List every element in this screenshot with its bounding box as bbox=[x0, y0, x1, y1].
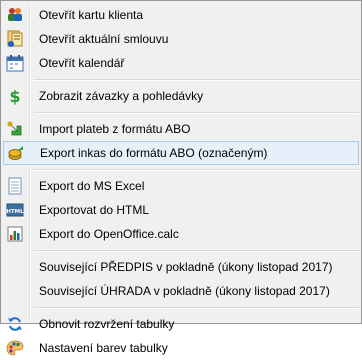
menu-item-label: Exportovat do HTML bbox=[39, 203, 150, 217]
menu-item-export-excel[interactable]: Export do MS Excel bbox=[3, 174, 359, 198]
menu-item-related-predpis[interactable]: Související PŘEDPIS v pokladně (úkony li… bbox=[3, 255, 359, 279]
menu-item-label: Otevřít kalendář bbox=[39, 56, 125, 70]
import-arrow-icon bbox=[3, 117, 27, 141]
empty-icon-slot bbox=[3, 279, 27, 303]
html-icon: HTML bbox=[3, 198, 27, 222]
refresh-icon bbox=[3, 312, 27, 336]
menu-item-label: Export do OpenOffice.calc bbox=[39, 227, 179, 241]
export-coins-icon bbox=[4, 141, 28, 165]
menu-items: Otevřít kartu klienta Otevřít aktuální s… bbox=[1, 3, 361, 360]
calendar-icon bbox=[3, 51, 27, 75]
menu-item-related-uhrada[interactable]: Související ÚHRADA v pokladně (úkony lis… bbox=[3, 279, 359, 303]
contract-icon bbox=[3, 27, 27, 51]
menu-item-label: Export inkas do formátu ABO (označeným) bbox=[40, 146, 268, 160]
menu-item-export-abo[interactable]: Export inkas do formátu ABO (označeným) bbox=[3, 141, 359, 165]
empty-icon-slot bbox=[3, 255, 27, 279]
menu-separator bbox=[34, 165, 359, 174]
svg-text:HTML: HTML bbox=[6, 209, 24, 215]
menu-item-label: Otevřít aktuální smlouvu bbox=[39, 32, 169, 46]
menu-item-refresh-layout[interactable]: Obnovit rozvržení tabulky bbox=[3, 312, 359, 336]
excel-icon bbox=[3, 174, 27, 198]
client-card-icon bbox=[3, 3, 27, 27]
menu-item-label: Otevřít kartu klienta bbox=[39, 8, 144, 22]
menu-item-show-liabilities[interactable]: $ Zobrazit závazky a pohledávky bbox=[3, 84, 359, 108]
menu-item-label: Nastavení barev tabulky bbox=[39, 341, 168, 355]
svg-text:$: $ bbox=[9, 87, 20, 105]
menu-item-open-calendar[interactable]: Otevřít kalendář bbox=[3, 51, 359, 75]
menu-item-export-html[interactable]: HTML Exportovat do HTML bbox=[3, 198, 359, 222]
menu-item-label: Import plateb z formátu ABO bbox=[39, 122, 191, 136]
context-menu: Otevřít kartu klienta Otevřít aktuální s… bbox=[0, 0, 362, 356]
menu-item-label: Export do MS Excel bbox=[39, 179, 145, 193]
menu-separator bbox=[34, 75, 359, 84]
menu-item-label: Související PŘEDPIS v pokladně (úkony li… bbox=[39, 260, 333, 274]
menu-item-export-openoffice[interactable]: Export do OpenOffice.calc bbox=[3, 222, 359, 246]
menu-item-import-abo[interactable]: Import plateb z formátu ABO bbox=[3, 117, 359, 141]
menu-separator bbox=[34, 108, 359, 117]
menu-item-label: Související ÚHRADA v pokladně (úkony lis… bbox=[39, 284, 330, 298]
menu-item-table-colors[interactable]: Nastavení barev tabulky bbox=[3, 336, 359, 360]
menu-item-open-contract[interactable]: Otevřít aktuální smlouvu bbox=[3, 27, 359, 51]
menu-separator bbox=[34, 303, 359, 312]
dollar-icon: $ bbox=[3, 84, 27, 108]
color-palette-icon bbox=[3, 336, 27, 360]
menu-item-open-client-card[interactable]: Otevřít kartu klienta bbox=[3, 3, 359, 27]
menu-item-label: Zobrazit závazky a pohledávky bbox=[39, 89, 204, 103]
menu-separator bbox=[34, 246, 359, 255]
menu-item-label: Obnovit rozvržení tabulky bbox=[39, 317, 175, 331]
calc-chart-icon bbox=[3, 222, 27, 246]
